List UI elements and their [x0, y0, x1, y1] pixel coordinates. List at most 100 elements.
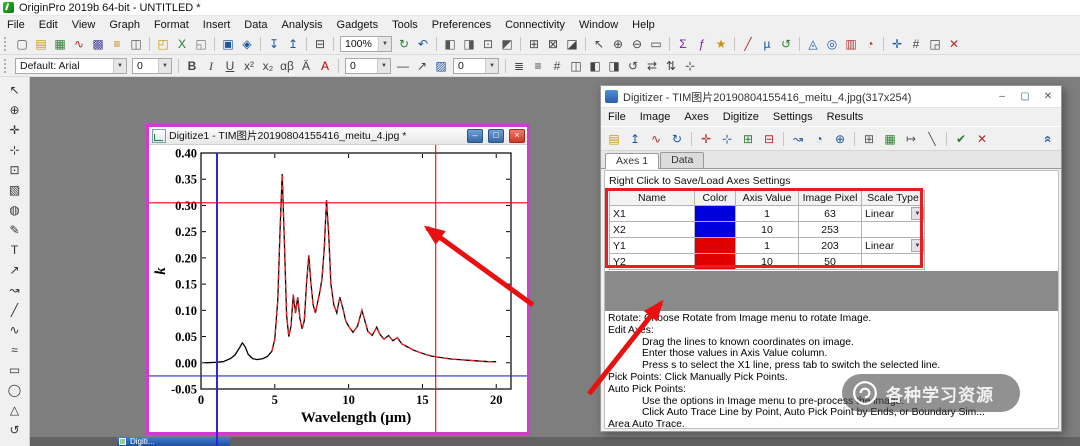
- font-combo[interactable]: Default: Arial: [15, 58, 127, 74]
- menu-file[interactable]: File: [0, 18, 32, 32]
- font-size-combo[interactable]: 0: [132, 58, 172, 74]
- align-left-icon[interactable]: ≣: [510, 57, 528, 74]
- bring-front-icon[interactable]: ◧: [586, 57, 604, 74]
- ellipse-tool-tool-icon[interactable]: ◯: [5, 381, 25, 399]
- project-explorer-icon[interactable]: ◧: [441, 35, 459, 52]
- cell-name[interactable]: X2: [610, 222, 695, 238]
- close-all-icon[interactable]: ✕: [945, 35, 963, 52]
- extract-layer-icon[interactable]: ⊠: [544, 35, 562, 52]
- 3d-graph-icon[interactable]: ◬: [804, 35, 822, 52]
- mask-points-tool-icon[interactable]: ◍: [5, 201, 25, 219]
- tab-data[interactable]: Data: [660, 152, 704, 168]
- apps-icon[interactable]: ★: [712, 35, 730, 52]
- scale-type-dropdown-icon[interactable]: [911, 207, 924, 220]
- chevron-down-icon[interactable]: [113, 59, 126, 73]
- new-graph-icon[interactable]: ∿: [70, 35, 88, 52]
- cell-name[interactable]: X1: [610, 206, 695, 222]
- pointer-tool-icon[interactable]: ↖: [5, 81, 25, 99]
- whole-page-icon[interactable]: ▭: [647, 35, 665, 52]
- cell-image-pixel[interactable]: 50: [799, 254, 862, 270]
- menu-preferences[interactable]: Preferences: [425, 18, 498, 32]
- auto-pick-points-icon[interactable]: ⊕: [830, 129, 850, 148]
- line-style-icon[interactable]: —: [394, 57, 412, 74]
- bold-icon[interactable]: B: [183, 57, 201, 74]
- menu-format[interactable]: Format: [147, 18, 196, 32]
- arrow-style-icon[interactable]: ↗: [413, 57, 431, 74]
- close-button[interactable]: ✕: [1039, 89, 1057, 104]
- new-folder-icon[interactable]: ▤: [32, 35, 50, 52]
- data-reader-tool-icon[interactable]: ⊹: [5, 141, 25, 159]
- new-workbook-icon[interactable]: ▦: [51, 35, 69, 52]
- new-notes-icon[interactable]: ≡: [108, 35, 126, 52]
- contour-graph-icon[interactable]: ◎: [823, 35, 841, 52]
- menu-axes[interactable]: Axes: [677, 110, 715, 124]
- chevron-down-icon[interactable]: [158, 59, 171, 73]
- line-width-combo[interactable]: 0: [345, 58, 391, 74]
- fit-linear-icon[interactable]: ╱: [739, 35, 757, 52]
- menu-connectivity[interactable]: Connectivity: [498, 18, 572, 32]
- refresh-icon[interactable]: ↻: [395, 35, 413, 52]
- menu-tools[interactable]: Tools: [385, 18, 425, 32]
- recalculate-icon[interactable]: ↺: [777, 35, 795, 52]
- send-back-icon[interactable]: ◨: [605, 57, 623, 74]
- manually-pick-points-icon[interactable]: ⊹: [717, 129, 737, 148]
- pointer-mode-icon[interactable]: ↖: [590, 35, 608, 52]
- code-builder-icon[interactable]: ƒ: [693, 35, 711, 52]
- rotate-image-icon[interactable]: ↻: [667, 129, 687, 148]
- command-window-icon[interactable]: ⊡: [479, 35, 497, 52]
- new-project-icon[interactable]: ▢: [13, 35, 31, 52]
- done-icon[interactable]: ✔: [951, 129, 971, 148]
- menu-edit[interactable]: Edit: [32, 18, 65, 32]
- cell-axis-value[interactable]: 10: [736, 254, 799, 270]
- curved-arrow-tool-tool-icon[interactable]: ↝: [5, 281, 25, 299]
- leader-line-icon[interactable]: ╲: [922, 129, 942, 148]
- text-tool-tool-icon[interactable]: T: [5, 241, 25, 259]
- pin-object-icon[interactable]: ⊹: [681, 57, 699, 74]
- auto-trace-area-icon[interactable]: ◔: [809, 129, 829, 148]
- rectangle-tool-tool-icon[interactable]: ▭: [5, 361, 25, 379]
- minimize-button[interactable]: –: [467, 129, 483, 143]
- menu-image[interactable]: Image: [633, 110, 678, 124]
- menu-view[interactable]: View: [65, 18, 103, 32]
- menu-settings[interactable]: Settings: [766, 110, 820, 124]
- freehand-tool-tool-icon[interactable]: ≈: [5, 341, 25, 359]
- color-swatch[interactable]: [695, 222, 735, 237]
- zoom-in-icon[interactable]: ⊕: [609, 35, 627, 52]
- data-selector-tool-icon[interactable]: ⊡: [5, 161, 25, 179]
- rotate-tool-tool-icon[interactable]: ↺: [5, 421, 25, 439]
- maximize-button[interactable]: □: [488, 129, 504, 143]
- minimized-window-tab[interactable]: Digiti...: [117, 437, 230, 446]
- cell-scale-type[interactable]: Linear: [862, 206, 925, 222]
- import-image-icon[interactable]: ▤: [604, 129, 624, 148]
- subscript-icon[interactable]: x₂: [259, 57, 277, 74]
- color-swatch[interactable]: [695, 206, 735, 221]
- cell-name[interactable]: Y1: [610, 238, 695, 254]
- greek-icon[interactable]: αβ: [278, 57, 296, 74]
- line-tool-tool-icon[interactable]: ╱: [5, 301, 25, 319]
- close-button[interactable]: ×: [509, 129, 525, 143]
- flip-horizontal-icon[interactable]: ⇄: [643, 57, 661, 74]
- group-objects-icon[interactable]: ◫: [567, 57, 585, 74]
- minimize-button[interactable]: –: [993, 89, 1011, 104]
- script-window-icon[interactable]: Σ: [674, 35, 692, 52]
- save-window-icon[interactable]: ◈: [238, 35, 256, 52]
- chevron-down-icon[interactable]: [377, 59, 390, 73]
- superscript-icon[interactable]: x²: [240, 57, 258, 74]
- pie-chart-icon[interactable]: ◔: [861, 35, 879, 52]
- snap-grid-icon[interactable]: #: [548, 57, 566, 74]
- restore-button[interactable]: ▢: [1016, 89, 1034, 104]
- new-layout-icon[interactable]: ◫: [127, 35, 145, 52]
- cell-scale-type[interactable]: [862, 254, 925, 270]
- undo-icon[interactable]: ↶: [414, 35, 432, 52]
- fill-color-icon[interactable]: ▨: [432, 57, 450, 74]
- zoom-out-icon[interactable]: ⊖: [628, 35, 646, 52]
- arrow-tool-tool-icon[interactable]: ↗: [5, 261, 25, 279]
- font-color-icon[interactable]: A: [316, 57, 334, 74]
- scale-type-dropdown-icon[interactable]: [911, 239, 924, 252]
- statistics-icon[interactable]: µ: [758, 35, 776, 52]
- chevron-down-icon[interactable]: [485, 59, 498, 73]
- flip-vertical-icon[interactable]: ⇅: [662, 57, 680, 74]
- cell-axis-value[interactable]: 10: [736, 222, 799, 238]
- underline-icon[interactable]: U: [221, 57, 239, 74]
- bar-chart-icon[interactable]: ▥: [842, 35, 860, 52]
